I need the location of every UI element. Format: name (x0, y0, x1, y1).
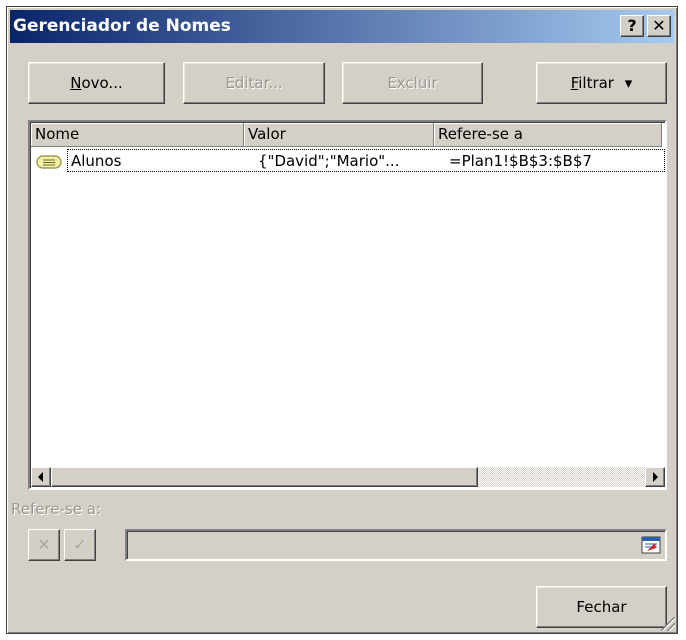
name-manager-dialog: Gerenciador de Nomes ? ✕ Novo... Editar.… (6, 6, 678, 634)
named-range-icon (36, 153, 62, 169)
list-item[interactable]: Alunos {"David";"Mario"... =Plan1!$B$3:$… (31, 149, 665, 174)
row-value: {"David";"Mario"... (258, 152, 400, 170)
list-header: Nome Valor Refere-se a (31, 123, 664, 147)
filter-button-label: iltrar (578, 74, 614, 92)
cancel-edit-button[interactable]: ✕ (28, 529, 60, 561)
column-header-value[interactable]: Valor (244, 123, 434, 147)
collapse-dialog-icon[interactable] (641, 535, 661, 555)
dialog-title: Gerenciador de Nomes (13, 16, 231, 36)
delete-button[interactable]: Excluir (342, 62, 483, 104)
arrow-right-icon (653, 472, 658, 482)
arrow-left-icon (38, 472, 43, 482)
help-button[interactable]: ? (620, 15, 644, 37)
row-refers-to: =Plan1!$B$3:$B$7 (449, 152, 592, 170)
title-bar[interactable]: Gerenciador de Nomes ? ✕ (10, 10, 674, 43)
close-button[interactable]: Fechar (536, 586, 667, 628)
column-header-name[interactable]: Nome (31, 123, 244, 147)
scroll-left-button[interactable] (31, 467, 51, 487)
confirm-edit-button[interactable]: ✓ (64, 529, 96, 561)
new-button[interactable]: Novo... (28, 62, 165, 104)
new-button-accesskey: N (70, 74, 82, 92)
scroll-right-button[interactable] (645, 467, 665, 487)
new-button-label: ovo... (81, 74, 123, 92)
scrollbar-thumb[interactable] (51, 467, 478, 487)
refers-to-input[interactable] (125, 529, 667, 561)
horizontal-scrollbar[interactable] (31, 467, 665, 487)
chevron-down-icon: ▾ (624, 74, 633, 92)
row-name: Alunos (71, 152, 122, 170)
names-list[interactable]: Nome Valor Refere-se a Alunos {"David";"… (28, 120, 667, 490)
refers-to-label: Refere-se a: (11, 500, 102, 518)
filter-button[interactable]: Filtrar ▾ (536, 62, 667, 104)
resize-grip-icon[interactable] (661, 617, 675, 631)
edit-button[interactable]: Editar... (183, 62, 325, 104)
column-header-refers-to[interactable]: Refere-se a (434, 123, 662, 147)
close-icon[interactable]: ✕ (647, 15, 671, 37)
